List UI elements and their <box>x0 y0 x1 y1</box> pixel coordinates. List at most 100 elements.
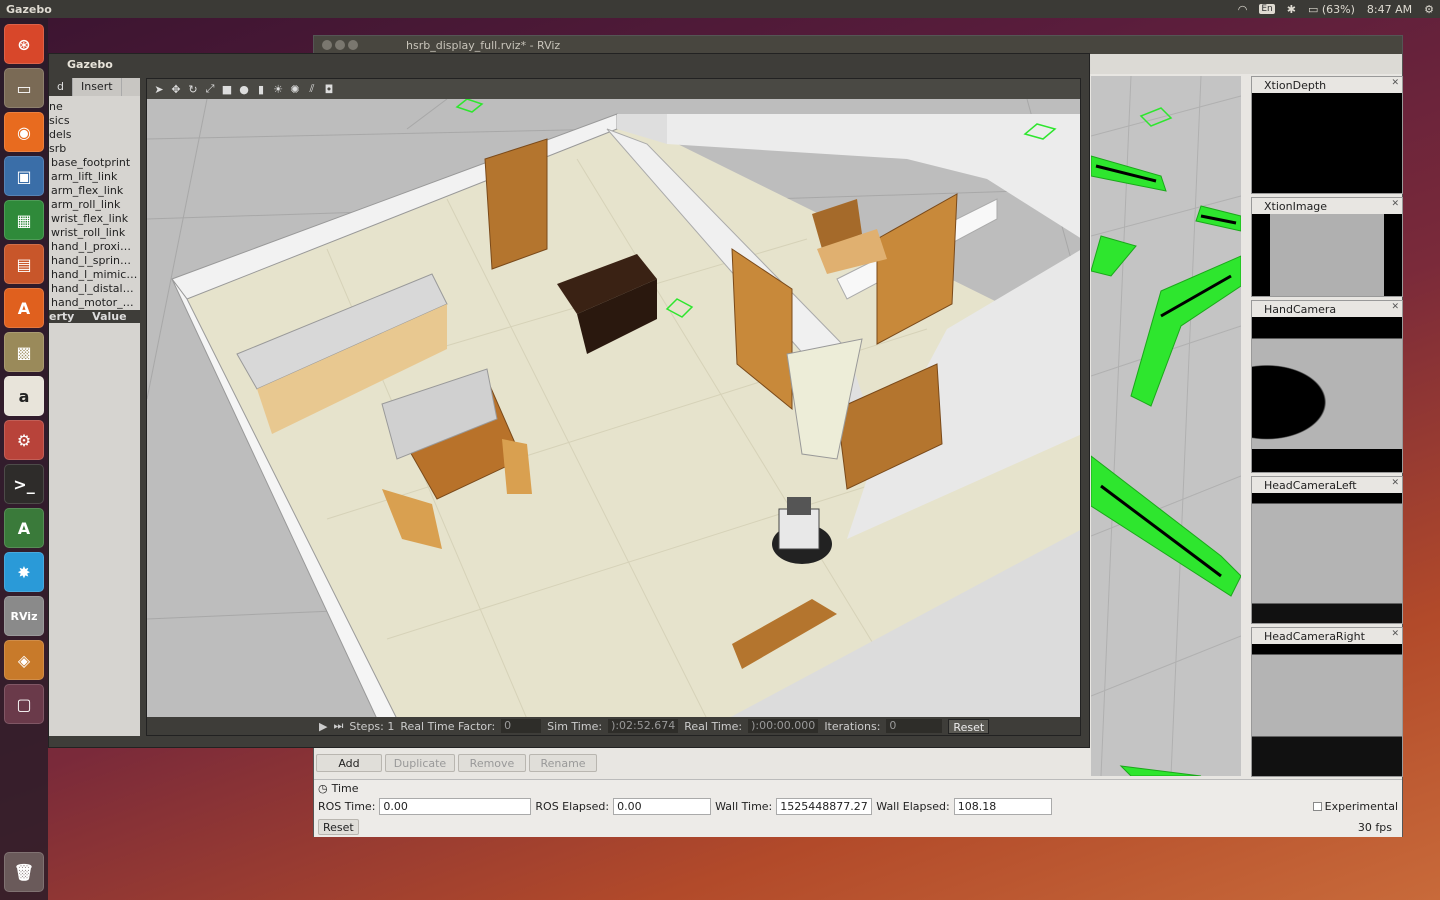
terminal-icon[interactable]: >_ <box>4 464 44 504</box>
tree-item[interactable]: hand_l_mimic… <box>49 268 140 282</box>
steps-selector[interactable]: Steps: 1 <box>349 720 394 733</box>
sphere-shape-icon[interactable]: ● <box>238 83 250 96</box>
tree-item[interactable]: srb <box>49 142 140 156</box>
gazebo-titlebar[interactable]: Gazebo <box>49 54 1089 74</box>
camera-image <box>1252 493 1402 623</box>
camera-panel: HeadCameraRight ✕ <box>1251 627 1403 777</box>
cylinder-shape-icon[interactable]: ▮ <box>255 83 267 96</box>
select-tool-icon[interactable]: ➤ <box>153 83 165 96</box>
time-panel-title: Time <box>331 781 359 795</box>
simulation-render <box>147 98 1080 720</box>
software-updater-icon[interactable]: A <box>4 508 44 548</box>
battery-indicator[interactable]: ▭ (63%) <box>1308 3 1355 16</box>
trash-icon[interactable]: 🗑 <box>4 852 44 892</box>
minimize-window-button[interactable] <box>335 40 345 50</box>
camera-panel-header[interactable]: XtionDepth ✕ <box>1252 77 1402 93</box>
archive-icon[interactable]: ▩ <box>4 332 44 372</box>
tree-item[interactable]: arm_lift_link <box>49 170 140 184</box>
add-display-button[interactable]: Add <box>316 754 382 772</box>
box-shape-icon[interactable]: ■ <box>221 83 233 96</box>
tree-item[interactable]: hand_l_distal… <box>49 282 140 296</box>
rviz-3d-view[interactable] <box>1091 76 1241 776</box>
tree-item[interactable]: base_footprint <box>49 156 140 170</box>
gazebo-scene-view[interactable]: ➤ ✥ ↻ ⤢ ■ ● ▮ ☀ ✺ ⫽ ◘ ▶ ⏭ Steps: 1 Real … <box>146 78 1081 736</box>
active-app-title: Gazebo <box>6 2 52 16</box>
gazebo-icon[interactable]: ◈ <box>4 640 44 680</box>
maximize-window-button[interactable] <box>348 40 358 50</box>
bluetooth-tool-icon[interactable]: ✸ <box>4 552 44 592</box>
directional-light-icon[interactable]: ⫽ <box>306 82 318 96</box>
keyboard-indicator[interactable]: En <box>1259 4 1275 14</box>
power-icon[interactable]: ⚙ <box>1424 3 1434 16</box>
camera-panel-header[interactable]: XtionImage ✕ <box>1252 198 1402 214</box>
camera-panel-header[interactable]: HeadCameraRight ✕ <box>1252 628 1402 644</box>
camera-panel-header[interactable]: HeadCameraLeft ✕ <box>1252 477 1402 493</box>
software-center-icon[interactable]: A <box>4 288 44 328</box>
scale-tool-icon[interactable]: ⤢ <box>204 82 216 96</box>
workspace-icon[interactable]: ▢ <box>4 684 44 724</box>
rviz-titlebar[interactable]: hsrb_display_full.rviz* - RViz <box>314 36 1402 54</box>
camera-panel-title: HandCamera <box>1264 302 1337 316</box>
remove-display-button[interactable]: Remove <box>458 754 526 772</box>
spreadsheet-icon[interactable]: ▦ <box>4 200 44 240</box>
close-icon[interactable]: ✕ <box>1391 78 1399 88</box>
battery-percent: (63%) <box>1321 2 1355 16</box>
close-window-button[interactable] <box>322 40 332 50</box>
gazebo-window-title: Gazebo <box>67 57 113 71</box>
sim-time-value: ):02:52.674 <box>608 719 679 733</box>
wall-elapsed-field[interactable]: 108.18 <box>953 798 1052 815</box>
tree-item[interactable]: arm_roll_link <box>49 198 140 212</box>
duplicate-display-button[interactable]: Duplicate <box>385 754 455 772</box>
ubuntu-home-icon[interactable]: ⊛ <box>4 24 44 64</box>
wall-time-field[interactable]: 1525448877.27 <box>776 798 873 815</box>
point-light-icon[interactable]: ☀ <box>272 83 284 96</box>
presentation-icon[interactable]: ▤ <box>4 244 44 284</box>
step-icon[interactable]: ⏭ <box>333 719 343 733</box>
close-icon[interactable]: ✕ <box>1391 199 1399 209</box>
close-icon[interactable]: ✕ <box>1391 629 1399 639</box>
camera-panel: HandCamera ✕ <box>1251 300 1403 473</box>
tree-item[interactable]: arm_flex_link <box>49 184 140 198</box>
firefox-icon[interactable]: ◉ <box>4 112 44 152</box>
play-pause-icon[interactable]: ▶ <box>319 720 327 733</box>
rviz-map-view <box>1091 76 1241 776</box>
camera-panel-title: XtionDepth <box>1264 78 1327 92</box>
clock[interactable]: 8:47 AM <box>1367 3 1412 16</box>
settings-icon[interactable]: ⚙ <box>4 420 44 460</box>
tree-item[interactable]: hand_motor_… <box>49 296 140 310</box>
amazon-icon[interactable]: a <box>4 376 44 416</box>
rviz-icon[interactable]: RViz <box>4 596 44 636</box>
close-icon[interactable]: ✕ <box>1391 302 1399 312</box>
gazebo-reset-button[interactable]: Reset <box>948 718 990 734</box>
tree-item[interactable]: sics <box>49 114 140 128</box>
spot-light-icon[interactable]: ✺ <box>289 83 301 96</box>
screenshot-icon[interactable]: ◘ <box>323 83 335 96</box>
ros-time-field[interactable]: 0.00 <box>379 798 532 815</box>
tree-item[interactable]: wrist_flex_link <box>49 212 140 226</box>
experimental-label: Experimental <box>1324 800 1398 813</box>
image-viewer-icon[interactable]: ▣ <box>4 156 44 196</box>
real-time-label: Real Time: <box>684 719 743 733</box>
files-icon[interactable]: ▭ <box>4 68 44 108</box>
tree-item[interactable]: hand_l_proxi… <box>49 240 140 254</box>
ros-elapsed-field[interactable]: 0.00 <box>613 798 712 815</box>
gazebo-window: Gazebo d Insert ne sics dels srb base_footpr… <box>48 53 1090 748</box>
camera-image <box>1252 644 1402 776</box>
translate-tool-icon[interactable]: ✥ <box>170 83 182 96</box>
tree-item[interactable]: ne <box>49 100 140 114</box>
sim-time-label: Sim Time: <box>547 719 603 733</box>
rename-display-button[interactable]: Rename <box>529 754 597 772</box>
camera-panel-header[interactable]: HandCamera ✕ <box>1252 301 1402 317</box>
tree-item[interactable]: dels <box>49 128 140 142</box>
experimental-checkbox[interactable] <box>1312 802 1322 811</box>
tab-insert[interactable]: Insert <box>73 78 122 96</box>
tab-world[interactable]: d <box>49 78 73 96</box>
tree-item[interactable]: hand_l_sprin… <box>49 254 140 268</box>
wifi-icon[interactable]: ◠ <box>1238 3 1248 16</box>
rotate-tool-icon[interactable]: ↻ <box>187 83 199 96</box>
bluetooth-icon[interactable]: ✱ <box>1287 3 1296 16</box>
top-panel: Gazebo ◠ En ✱ ▭ (63%) 8:47 AM ⚙ <box>0 0 1440 18</box>
close-icon[interactable]: ✕ <box>1391 478 1399 488</box>
tree-item[interactable]: wrist_roll_link <box>49 226 140 240</box>
time-reset-button[interactable]: Reset <box>318 819 359 835</box>
